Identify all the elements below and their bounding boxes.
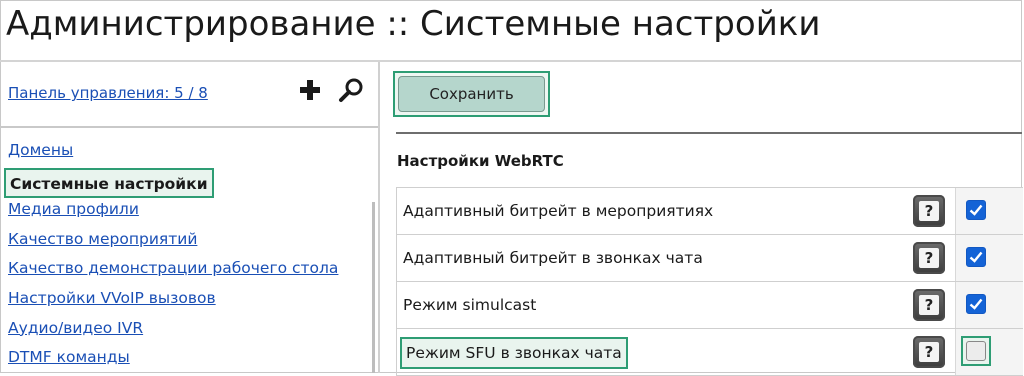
checkmark-icon <box>969 251 983 263</box>
help-icon[interactable]: ? <box>913 195 945 227</box>
sidebar-scrollbar[interactable] <box>372 202 375 373</box>
sidebar-item-desktop-share-quality[interactable]: Качество демонстрации рабочего стола <box>8 256 338 286</box>
section-title: Настройки WebRTC <box>397 152 564 170</box>
main-divider <box>396 132 1022 134</box>
setting-label: Режим simulcast <box>403 296 537 314</box>
setting-row: Адаптивный битрейт в мероприятиях ? <box>397 188 1023 235</box>
sidebar-divider <box>0 126 378 128</box>
sidebar-nav: Домены Системные настройки Медиа профили… <box>4 138 338 375</box>
checkbox-simulcast[interactable] <box>966 294 986 314</box>
setting-row: Режим simulcast ? <box>397 282 1023 329</box>
checkmark-icon <box>969 204 983 216</box>
sidebar-item-domains[interactable]: Домены <box>8 138 338 168</box>
setting-label: Режим SFU в звонках чата <box>400 337 628 369</box>
help-icon[interactable]: ? <box>913 336 945 368</box>
setting-row: Адаптивный битрейт в звонках чата ? <box>397 235 1023 282</box>
checkbox-adaptive-bitrate-events[interactable] <box>966 200 986 220</box>
checkbox-sfu-chat[interactable] <box>966 341 986 361</box>
save-button[interactable]: Сохранить <box>398 76 545 112</box>
setting-label: Адаптивный битрейт в звонках чата <box>403 249 703 267</box>
settings-table: Адаптивный битрейт в мероприятиях ? Адап… <box>396 187 1023 376</box>
page-title: Администрирование :: Системные настройки <box>6 4 821 44</box>
checkmark-icon <box>969 298 983 310</box>
sidebar-item-dtmf[interactable]: DTMF команды <box>8 345 338 375</box>
checkbox-adaptive-bitrate-chat[interactable] <box>966 247 986 267</box>
sidebar-item-event-quality[interactable]: Качество мероприятий <box>8 227 338 257</box>
help-icon[interactable]: ? <box>913 242 945 274</box>
sidebar: Панель управления: 5 / 8 Домены Системны… <box>0 62 380 373</box>
search-icon[interactable] <box>337 76 365 104</box>
checkbox-cell <box>956 188 1023 234</box>
setting-row: Режим SFU в звонках чата ? <box>397 329 1023 376</box>
help-icon[interactable]: ? <box>913 289 945 321</box>
sidebar-item-system-settings[interactable]: Системные настройки <box>4 167 214 198</box>
plus-icon[interactable] <box>298 78 322 102</box>
sidebar-item-vvoip-settings[interactable]: Настройки VVoIP вызовов <box>8 286 338 316</box>
sidebar-item-av-ivr[interactable]: Аудио/видео IVR <box>8 316 338 346</box>
sidebar-item-media-profiles[interactable]: Медиа профили <box>8 197 338 227</box>
sidebar-item-active-wrap: Системные настройки <box>4 167 338 198</box>
checkbox-cell <box>956 235 1023 281</box>
main-content: Сохранить Настройки WebRTC Адаптивный би… <box>382 62 1023 376</box>
setting-label: Адаптивный битрейт в мероприятиях <box>403 202 714 220</box>
control-panel-link[interactable]: Панель управления: 5 / 8 <box>8 84 208 102</box>
checkbox-cell <box>956 329 1023 375</box>
checkbox-cell <box>956 282 1023 328</box>
